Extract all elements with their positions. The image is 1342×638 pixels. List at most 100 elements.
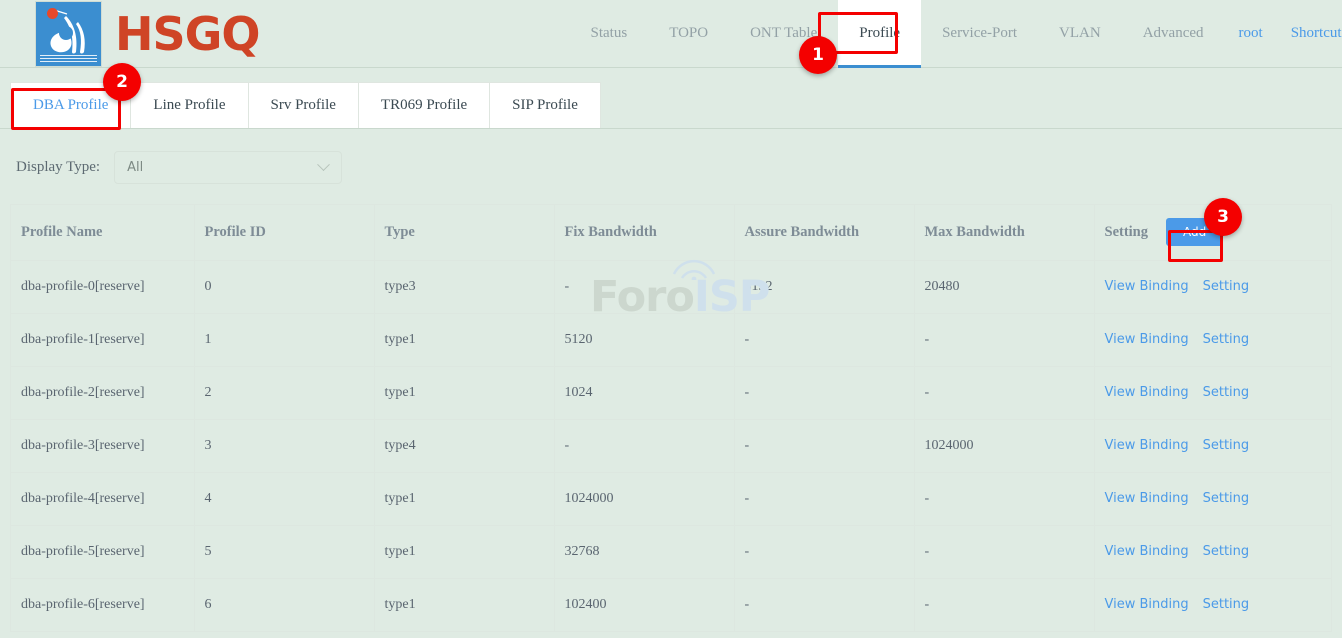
tab-dba-profile[interactable]: DBA Profile — [10, 82, 130, 128]
cell-profile-name: dba-profile-6[reserve] — [11, 578, 194, 631]
cell-profile-name: dba-profile-5[reserve] — [11, 525, 194, 578]
cell-type: type1 — [374, 366, 554, 419]
view-binding-link[interactable]: View Binding — [1105, 279, 1189, 294]
setting-link[interactable]: Setting — [1203, 491, 1250, 506]
display-type-label: Display Type: — [16, 159, 100, 176]
setting-link[interactable]: Setting — [1203, 279, 1250, 294]
shortcut-menu[interactable]: Shortcut — [1277, 25, 1342, 42]
cell-type: type1 — [374, 525, 554, 578]
cell-max-bandwidth: 1024000 — [914, 419, 1094, 472]
cell-max-bandwidth: 20480 — [914, 260, 1094, 313]
table-header-row: Profile Name Profile ID Type Fix Bandwid… — [11, 205, 1331, 260]
current-user-link[interactable]: root — [1225, 25, 1277, 42]
setting-link[interactable]: Setting — [1203, 385, 1250, 400]
view-binding-link[interactable]: View Binding — [1105, 491, 1189, 506]
brand-name: HSGQ — [115, 11, 260, 57]
cell-assure-bandwidth: 8192 — [734, 260, 914, 313]
cell-profile-id: 2 — [194, 366, 374, 419]
cell-max-bandwidth: - — [914, 313, 1094, 366]
tab-tr069-profile[interactable]: TR069 Profile — [358, 82, 489, 128]
cell-assure-bandwidth: - — [734, 525, 914, 578]
cell-profile-name: dba-profile-1[reserve] — [11, 313, 194, 366]
header-right-actions: root Shortcut — [1225, 0, 1342, 67]
column-header-fix-bandwidth: Fix Bandwidth — [554, 205, 734, 260]
nav-item-status[interactable]: Status — [570, 0, 649, 67]
cell-assure-bandwidth: - — [734, 472, 914, 525]
cell-max-bandwidth: - — [914, 525, 1094, 578]
cell-fix-bandwidth: - — [554, 419, 734, 472]
cell-profile-id: 6 — [194, 578, 374, 631]
view-binding-link[interactable]: View Binding — [1105, 597, 1189, 612]
cell-max-bandwidth: - — [914, 366, 1094, 419]
cell-setting-actions: View Binding Setting — [1094, 578, 1331, 631]
table-row: dba-profile-3[reserve]3type4--1024000Vie… — [11, 419, 1331, 472]
cell-type: type4 — [374, 419, 554, 472]
display-type-select[interactable]: All — [114, 151, 342, 184]
cell-profile-id: 0 — [194, 260, 374, 313]
cell-fix-bandwidth: 102400 — [554, 578, 734, 631]
cell-assure-bandwidth: - — [734, 313, 914, 366]
setting-link[interactable]: Setting — [1203, 544, 1250, 559]
cell-profile-name: dba-profile-4[reserve] — [11, 472, 194, 525]
view-binding-link[interactable]: View Binding — [1105, 385, 1189, 400]
table-row: dba-profile-2[reserve]2type11024--View B… — [11, 366, 1331, 419]
cell-assure-bandwidth: - — [734, 419, 914, 472]
nav-item-ont-table[interactable]: ONT Table — [729, 0, 838, 67]
logo-lines-icon — [40, 55, 97, 63]
cell-profile-name: dba-profile-2[reserve] — [11, 366, 194, 419]
cell-assure-bandwidth: - — [734, 366, 914, 419]
view-binding-link[interactable]: View Binding — [1105, 544, 1189, 559]
view-binding-link[interactable]: View Binding — [1105, 332, 1189, 347]
cell-type: type1 — [374, 578, 554, 631]
brand-logo: HSGQ — [35, 0, 260, 67]
primary-nav: Status TOPO ONT Table Profile Service-Po… — [570, 0, 1225, 67]
cell-setting-actions: View Binding Setting — [1094, 366, 1331, 419]
app-header: HSGQ Status TOPO ONT Table Profile Servi… — [0, 0, 1342, 68]
column-header-profile-id: Profile ID — [194, 205, 374, 260]
nav-item-vlan[interactable]: VLAN — [1038, 0, 1122, 67]
add-button[interactable]: Add — [1166, 218, 1223, 246]
setting-link[interactable]: Setting — [1203, 438, 1250, 453]
cell-type: type3 — [374, 260, 554, 313]
cell-setting-actions: View Binding Setting — [1094, 419, 1331, 472]
cell-profile-id: 4 — [194, 472, 374, 525]
setting-header-label: Setting — [1105, 224, 1149, 241]
nav-item-advanced[interactable]: Advanced — [1122, 0, 1225, 67]
cell-fix-bandwidth: 5120 — [554, 313, 734, 366]
table-row: dba-profile-1[reserve]1type15120--View B… — [11, 313, 1331, 366]
setting-link[interactable]: Setting — [1203, 597, 1250, 612]
table-row: dba-profile-4[reserve]4type11024000--Vie… — [11, 472, 1331, 525]
table-row: dba-profile-5[reserve]5type132768--View … — [11, 525, 1331, 578]
profile-tabbar: DBA Profile Line Profile Srv Profile TR0… — [0, 68, 1342, 129]
cell-fix-bandwidth: 1024 — [554, 366, 734, 419]
cell-setting-actions: View Binding Setting — [1094, 313, 1331, 366]
column-header-setting: Setting Add — [1094, 205, 1331, 260]
tab-sip-profile[interactable]: SIP Profile — [489, 82, 601, 128]
cell-max-bandwidth: - — [914, 472, 1094, 525]
dba-profile-table: Profile Name Profile ID Type Fix Bandwid… — [10, 204, 1332, 632]
cell-assure-bandwidth: - — [734, 578, 914, 631]
column-header-profile-name: Profile Name — [11, 205, 194, 260]
cell-profile-id: 3 — [194, 419, 374, 472]
filter-bar: Display Type: All — [0, 129, 1342, 181]
cell-max-bandwidth: - — [914, 578, 1094, 631]
nav-item-topo[interactable]: TOPO — [648, 0, 729, 67]
nav-item-profile[interactable]: Profile — [838, 0, 921, 67]
cell-profile-id: 1 — [194, 313, 374, 366]
setting-link[interactable]: Setting — [1203, 332, 1250, 347]
column-header-type: Type — [374, 205, 554, 260]
table-row: dba-profile-0[reserve]0type3-819220480Vi… — [11, 260, 1331, 313]
view-binding-link[interactable]: View Binding — [1105, 438, 1189, 453]
tab-line-profile[interactable]: Line Profile — [130, 82, 247, 128]
cell-fix-bandwidth: 1024000 — [554, 472, 734, 525]
cell-setting-actions: View Binding Setting — [1094, 525, 1331, 578]
column-header-assure-bandwidth: Assure Bandwidth — [734, 205, 914, 260]
nav-item-service-port[interactable]: Service-Port — [921, 0, 1038, 67]
hsgq-wave-logo-icon — [35, 1, 102, 67]
shortcut-label: Shortcut — [1291, 25, 1342, 42]
cell-profile-name: dba-profile-3[reserve] — [11, 419, 194, 472]
table-body: dba-profile-0[reserve]0type3-819220480Vi… — [11, 260, 1331, 631]
chevron-down-icon — [317, 158, 330, 171]
tab-srv-profile[interactable]: Srv Profile — [248, 82, 358, 128]
logo-dot-icon — [47, 8, 58, 19]
